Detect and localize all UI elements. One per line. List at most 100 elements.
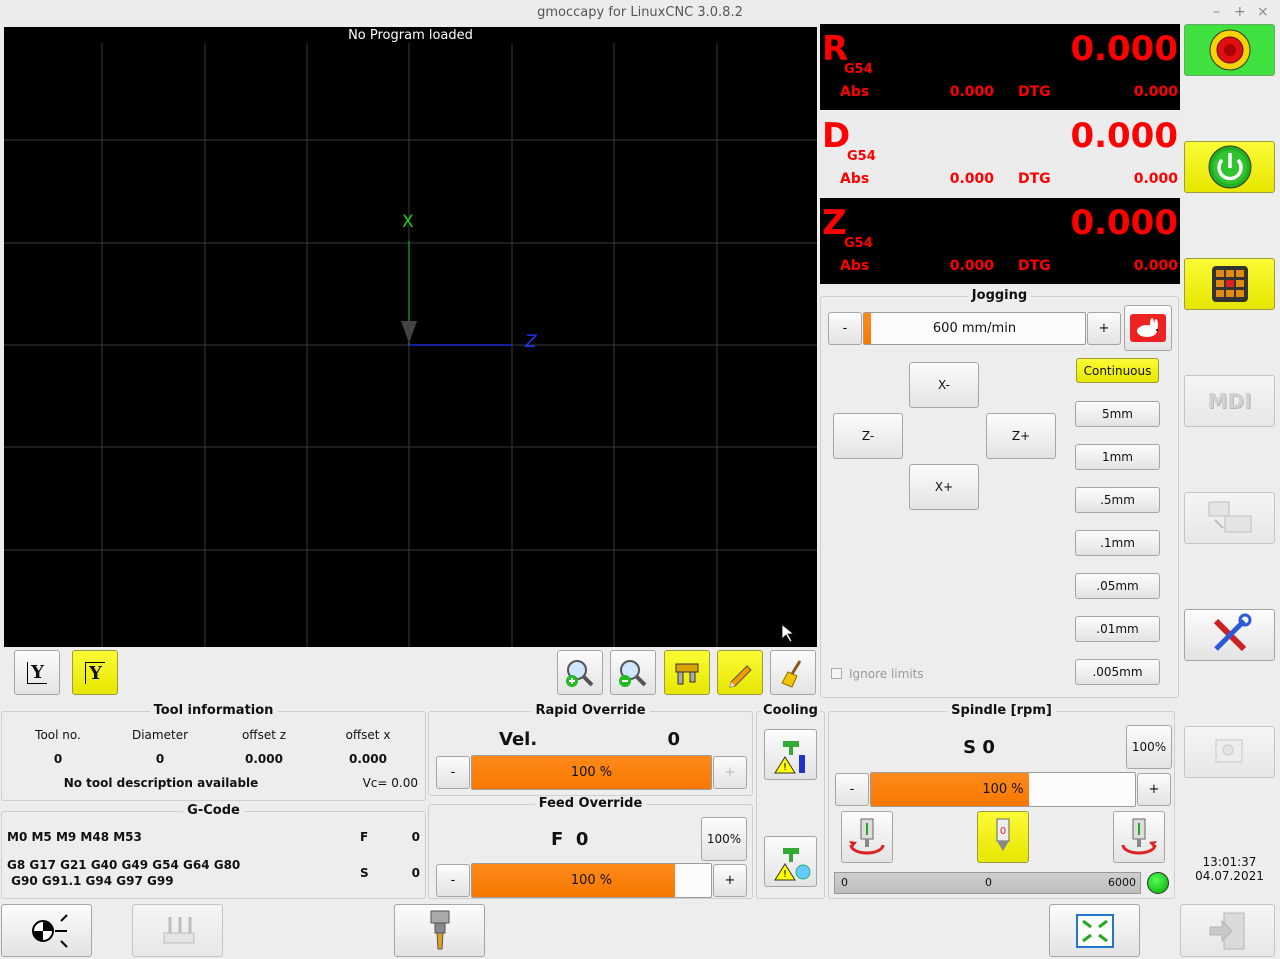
jog-increment-3[interactable]: .5mm: [1075, 487, 1160, 513]
preview-x-label: X: [402, 212, 414, 232]
view-y-rotated-button[interactable]: Y: [72, 650, 118, 695]
y-view-icon: Y: [27, 661, 47, 684]
pencil-icon: [729, 664, 752, 688]
spindle-minus-button[interactable]: -: [835, 773, 869, 806]
show-toolpath-button[interactable]: [717, 650, 763, 695]
tool-change-button[interactable]: [394, 904, 485, 957]
svg-text:!: !: [782, 762, 786, 773]
touch-off-button[interactable]: [132, 904, 223, 957]
jog-speed-value: 600 mm/min: [932, 321, 1017, 336]
tool-header-3: offset x: [345, 728, 391, 742]
rapid-override-bar[interactable]: 100 %: [471, 755, 712, 790]
dro-axis-letter: R: [822, 29, 849, 69]
feed-reset-button[interactable]: 100%: [701, 817, 747, 861]
close-button[interactable]: ×: [1257, 4, 1269, 20]
dro-abs-label: Abs: [840, 258, 870, 274]
rapid-vel-label: Vel.: [499, 729, 538, 750]
tool-holder-icon: [430, 910, 449, 949]
jog-speed-minus-button[interactable]: -: [828, 312, 862, 345]
dro-axis-0[interactable]: R G54 0.000 Abs 0.000 DTG 0.000: [820, 24, 1180, 110]
zoom-out-button[interactable]: [610, 650, 656, 695]
dro-axis-1[interactable]: D G54 0.000 Abs 0.000 DTG 0.000: [820, 111, 1180, 197]
reference-home-icon: [31, 913, 68, 948]
rabbit-icon: [1130, 314, 1166, 342]
show-dimensions-button[interactable]: [664, 650, 710, 695]
fullscreen-button[interactable]: [1049, 904, 1140, 957]
jog-z-minus-button[interactable]: Z-: [833, 413, 903, 459]
jog-speed-plus-button[interactable]: +: [1087, 312, 1121, 345]
gcode-preview[interactable]: No Program loaded X Z: [4, 27, 817, 647]
feed-override-bar[interactable]: 100 %: [471, 863, 712, 898]
minimize-button[interactable]: –: [1213, 4, 1220, 20]
jog-increment-5[interactable]: .05mm: [1075, 573, 1160, 599]
preview-z-label: Z: [525, 332, 537, 352]
machine-power-button[interactable]: [1184, 141, 1275, 193]
spindle-forward-button[interactable]: [841, 811, 893, 863]
auto-machine-icon: [1208, 501, 1251, 533]
dro-abs-value: 0.000: [949, 258, 994, 274]
ignore-limits-checkbox[interactable]: [831, 668, 842, 679]
settings-button[interactable]: [1184, 609, 1275, 661]
mdi-mode-button[interactable]: MDI: [1184, 375, 1275, 427]
jog-increment-7[interactable]: .005mm: [1075, 659, 1160, 685]
rapid-vel-value: 0: [667, 729, 680, 750]
jog-x-minus-button[interactable]: X-: [909, 362, 979, 408]
emergency-stop-button[interactable]: [1184, 24, 1275, 76]
rapid-plus-button[interactable]: +: [713, 756, 747, 789]
jog-x-plus-button[interactable]: X+: [909, 464, 979, 510]
dro-dtg-value: 0.000: [1133, 258, 1178, 274]
spindle-reset-button[interactable]: 100%: [1126, 725, 1172, 769]
clock-date: 04.07.2021: [1195, 869, 1264, 883]
manual-mode-button[interactable]: [1184, 258, 1275, 310]
rapid-minus-button[interactable]: -: [436, 756, 470, 789]
y-rotated-view-icon: Y: [85, 661, 105, 684]
spindle-stop-button[interactable]: 0: [977, 811, 1029, 863]
dro-axis-letter: Z: [822, 203, 847, 243]
spindle-override-bar[interactable]: 100 %: [870, 772, 1136, 807]
spindle-at-speed-led: [1147, 872, 1169, 894]
jog-increment-6[interactable]: .01mm: [1075, 616, 1160, 642]
jog-increment-1[interactable]: 5mm: [1075, 401, 1160, 427]
jog-turtle-rabbit-button[interactable]: [1124, 305, 1172, 351]
jog-increment-4[interactable]: .1mm: [1075, 530, 1160, 556]
gcode-f-label: F: [360, 830, 369, 844]
dro-value: 0.000: [1070, 116, 1178, 156]
dro-dtg-label: DTG: [1018, 171, 1051, 187]
dro-axis-2[interactable]: Z G54 0.000 Abs 0.000 DTG 0.000: [820, 198, 1180, 284]
jog-increment-0[interactable]: Continuous: [1076, 358, 1159, 383]
user-tabs-button[interactable]: [1184, 726, 1275, 778]
spindle-reverse-button[interactable]: [1113, 811, 1165, 863]
gcode-f-value: 0: [411, 830, 420, 844]
home-all-button[interactable]: [1, 904, 92, 957]
jog-z-plus-button[interactable]: Z+: [986, 413, 1056, 459]
jog-increment-2[interactable]: 1mm: [1075, 444, 1160, 470]
clock-time: 13:01:37: [1202, 855, 1257, 869]
active-gcodes-line2: G90 G91.1 G94 G97 G99: [7, 874, 174, 888]
tool-info-title: Tool information: [1, 703, 426, 718]
auto-mode-button[interactable]: [1184, 492, 1275, 544]
tool-cone: [401, 321, 417, 343]
feed-plus-button[interactable]: +: [713, 864, 747, 897]
preview-grid: [4, 43, 817, 647]
dro-dtg-value: 0.000: [1133, 84, 1178, 100]
gcode-title: G-Code: [1, 803, 426, 818]
jog-speed-bar[interactable]: 600 mm/min: [863, 312, 1086, 345]
flood-coolant-button[interactable]: !: [764, 729, 817, 780]
zoom-in-icon: [566, 659, 594, 687]
exit-button[interactable]: [1180, 904, 1275, 957]
dro-axis-letter: D: [822, 116, 851, 156]
caliper-icon: [675, 663, 699, 684]
view-y-button[interactable]: Y: [14, 650, 60, 695]
mouse-cursor: [781, 625, 793, 643]
feed-minus-button[interactable]: -: [436, 864, 470, 897]
touch-off-icon: [163, 916, 194, 943]
mist-coolant-button[interactable]: !: [764, 836, 817, 887]
gauge-min: 0: [841, 876, 848, 889]
fullscreen-icon: [1075, 913, 1114, 948]
maximize-button[interactable]: +: [1234, 4, 1246, 20]
gauge-max: 6000: [1108, 876, 1136, 889]
zoom-in-button[interactable]: [557, 650, 603, 695]
dro-coord-system: G54: [847, 149, 876, 164]
clear-plot-button[interactable]: [770, 650, 816, 695]
spindle-plus-button[interactable]: +: [1137, 773, 1171, 806]
